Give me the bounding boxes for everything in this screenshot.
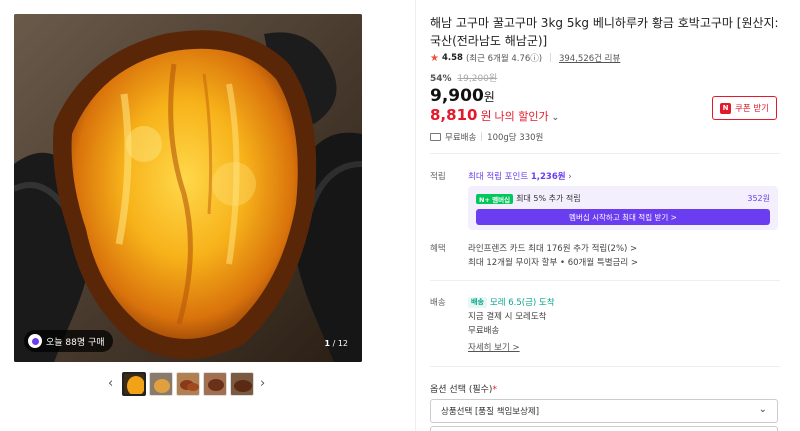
original-price: 19,200원: [457, 74, 498, 84]
naver-n-icon: N: [720, 102, 731, 114]
membership-box: N+ 멤버십 최대 5% 추가 적립 352원 멤버십 시작하고 최대 적립 받…: [468, 186, 778, 230]
discount-percent: 54%: [430, 74, 452, 84]
purchase-icon: [28, 334, 42, 348]
shipping-text: 무료배송: [445, 133, 477, 143]
star-icon: ★: [430, 52, 439, 64]
coupon-button[interactable]: N 쿠폰 받기: [712, 96, 777, 120]
membership-amount: 352원: [747, 194, 770, 203]
column-divider: [415, 0, 416, 431]
delivery-label: 배송: [430, 298, 446, 308]
sale-price-unit: 원: [483, 90, 495, 104]
thumbnail-item[interactable]: [122, 372, 146, 396]
card-benefit-link[interactable]: 라인프렌즈 카드 최대 176원 추가 적립(2%) >: [468, 242, 637, 254]
my-price-value: 8,810: [430, 106, 478, 124]
product-page: 오늘 88명 구매 1 / 12 ‹ › 해남 고구마 꿀고구마 3kg 5kg…: [0, 0, 800, 431]
thumbnail-item[interactable]: [230, 372, 254, 396]
buy-badge-text: 오늘 88명 구매: [46, 337, 105, 348]
sale-price: 9,900원: [430, 86, 495, 106]
shipping-separator: |: [480, 132, 484, 142]
chevron-down-icon: ⌄: [551, 113, 560, 123]
counter-current: 1: [324, 339, 331, 348]
today-purchase-badge: 오늘 88명 구매: [24, 330, 113, 352]
delivery-fee: 무료배송: [468, 326, 500, 336]
rating-score: 4.58: [441, 53, 463, 63]
chevron-down-icon: ⌄: [758, 404, 767, 415]
arrow-right-icon[interactable]: ›: [260, 376, 265, 391]
delivery-condition: 지금 결제 시 모레도착: [468, 312, 547, 322]
required-mark: *: [492, 385, 497, 395]
delivery-arrival-text: 모레 6.5(금) 도착: [489, 298, 555, 308]
benefits-label: 혜택: [430, 244, 446, 254]
thumbnail-item[interactable]: [176, 372, 200, 396]
option-label-text: 옵션 선택 (필수): [430, 385, 493, 395]
shipping-row: 무료배송 | 100g당 330원: [430, 131, 543, 143]
rating-row: ★ 4.58 (최근 6개월 4.76ⓘ) | 394,526건 리뷰: [430, 52, 620, 65]
points-label: 적립: [430, 172, 446, 182]
membership-start-button[interactable]: 멤버십 시작하고 최대 적립 받기 >: [476, 209, 770, 225]
installment-benefit-link[interactable]: 최대 12개월 무이자 할부 • 60개월 특별금리 >: [468, 256, 638, 268]
second-option-select[interactable]: [430, 426, 778, 431]
thumbnail-item[interactable]: [149, 372, 173, 396]
thumbnail-item[interactable]: [203, 372, 227, 396]
my-price-unit: 원: [480, 109, 492, 123]
delivery-tag: 배송: [468, 296, 487, 308]
review-count-link[interactable]: 394,526건 리뷰: [559, 52, 620, 64]
membership-text: 최대 5% 추가 적립: [516, 194, 581, 203]
option-select[interactable]: 상품선택 [품질 책임보상제] ⌄: [430, 399, 778, 423]
discount-row: 54% 19,200원: [430, 71, 497, 84]
max-points-link[interactable]: 최대 적립 포인트 1,236원 ›: [468, 170, 572, 182]
image-counter: 1 / 12: [324, 339, 348, 348]
max-points-prefix: 최대 적립 포인트: [468, 172, 529, 182]
naver-plus-badge: N+ 멤버십: [476, 193, 514, 204]
my-discount-price[interactable]: 8,810 원 나의 할인가 ⌄: [430, 106, 559, 124]
section-divider: [430, 366, 780, 367]
thumbnail-strip: [122, 372, 254, 396]
counter-total: / 12: [332, 339, 348, 348]
truck-icon: [430, 133, 441, 141]
max-points-amount: 1,236원: [530, 172, 566, 182]
unit-price: 100g당 330원: [487, 133, 544, 143]
sale-price-value: 9,900: [430, 86, 484, 106]
membership-info: N+ 멤버십 최대 5% 추가 적립: [476, 193, 581, 204]
option-select-value: 상품선택 [품질 책임보상제]: [441, 407, 540, 417]
my-price-label: 나의 할인가: [494, 110, 549, 123]
delivery-detail-link[interactable]: 자세히 보기 >: [468, 341, 520, 353]
rating-separator: |: [549, 53, 552, 63]
main-product-image[interactable]: 오늘 88명 구매 1 / 12: [14, 14, 362, 362]
sweet-potato-photo: [14, 14, 362, 362]
coupon-label: 쿠폰 받기: [735, 104, 769, 114]
product-title: 해남 고구마 꿀고구마 3kg 5kg 베니하루카 황금 호박고구마 [원산지:…: [430, 16, 779, 48]
section-divider: [430, 153, 780, 154]
rating-recent[interactable]: (최근 6개월 4.76ⓘ): [466, 52, 542, 64]
arrow-left-icon[interactable]: ‹: [108, 376, 113, 391]
section-divider: [430, 280, 780, 281]
option-label: 옵션 선택 (필수)*: [430, 382, 497, 395]
delivery-arrival: 배송 모레 6.5(금) 도착: [468, 296, 555, 308]
